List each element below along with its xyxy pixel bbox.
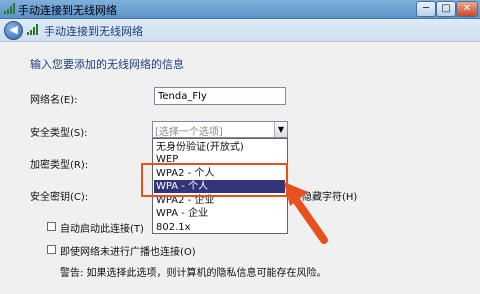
- section-title: 输入您要添加的无线网络的信息: [30, 58, 184, 71]
- security-key-label: 安全密钥(C):: [30, 192, 89, 203]
- wifi-signal-icon: [27, 24, 38, 35]
- security-type-placeholder: [选择一个选项]: [155, 127, 223, 138]
- chevron-down-icon[interactable]: ▼: [274, 122, 287, 137]
- minimize-button[interactable]: ─: [416, 1, 436, 17]
- page-title: 手动连接到无线网络: [44, 25, 143, 38]
- maximize-button[interactable]: □: [436, 1, 456, 17]
- security-type-label: 安全类型(S):: [30, 128, 88, 139]
- dropdown-option[interactable]: WPA - 企业: [154, 207, 285, 220]
- annotation-highlight-box: [141, 163, 288, 197]
- connect-hidden-network-checkbox[interactable]: [47, 245, 56, 254]
- dropdown-option[interactable]: 802.1x: [154, 221, 285, 234]
- window-title: 手动连接到无线网络: [18, 4, 117, 17]
- warning-text: 警告: 如果选择此选项，则计算机的隐私信息可能存在风险。: [60, 268, 327, 279]
- encryption-type-label: 加密类型(R):: [30, 160, 89, 171]
- wifi-signal-icon: [4, 3, 15, 14]
- network-name-label: 网络名(E):: [30, 95, 78, 106]
- auto-connect-checkbox[interactable]: [47, 222, 56, 231]
- close-button[interactable]: ✕: [456, 1, 478, 17]
- auto-connect-label: 自动启动此连接(T): [60, 224, 144, 235]
- network-name-input[interactable]: [154, 87, 286, 105]
- annotation-arrow-icon: [284, 182, 328, 244]
- connect-hidden-network-label: 即使网络未进行广播也连接(O): [60, 247, 196, 258]
- back-button[interactable]: ◀: [4, 21, 23, 40]
